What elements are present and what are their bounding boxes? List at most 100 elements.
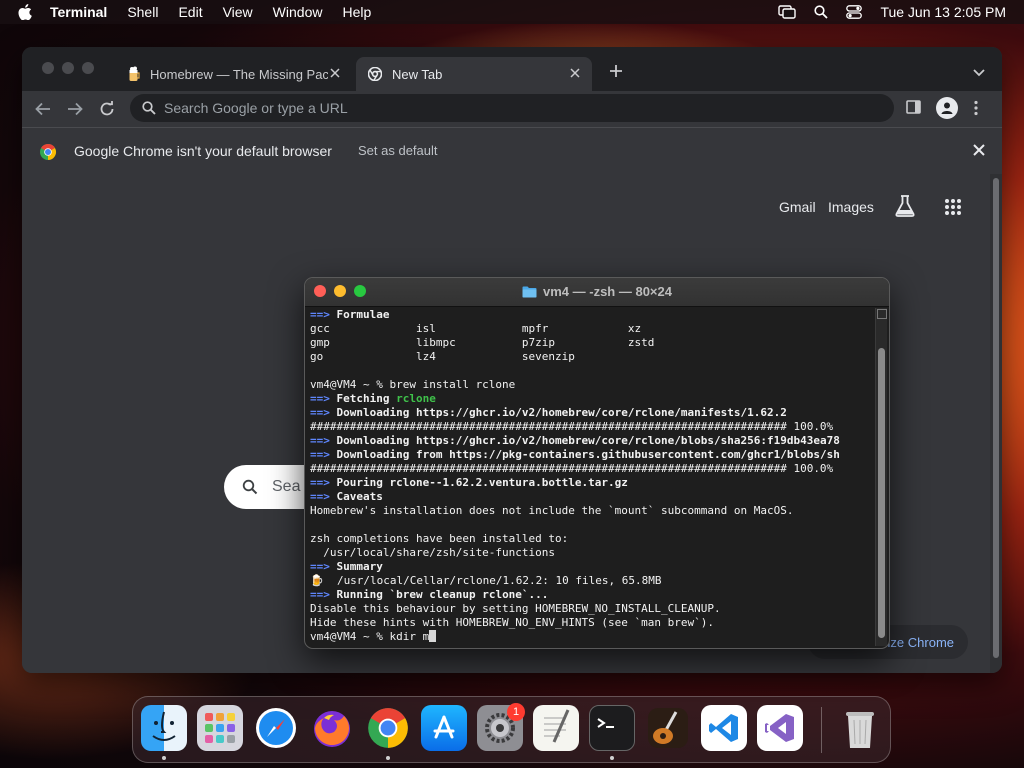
terminal-line: ==> Fetching rclone [310, 392, 872, 406]
terminal-line: gcc isl mpfr xz [310, 322, 872, 336]
google-apps-grid-icon[interactable] [944, 198, 962, 216]
tab-homebrew[interactable]: Homebrew — The Missing Pack [118, 57, 352, 91]
customize-chrome-label: ize Chrome [887, 634, 954, 650]
screen-mirroring-icon[interactable] [778, 5, 797, 19]
terminal-line: ########################################… [310, 462, 872, 476]
page-scrollbar[interactable] [990, 174, 1002, 673]
terminal-line: vm4@VM4 ~ % brew install rclone [310, 378, 872, 392]
terminal-cursor [429, 630, 437, 642]
launchpad-icon[interactable] [197, 705, 243, 751]
terminal-text: 🍺 /usr/local/Cellar/rclone/1.62.2: 10 fi… [310, 574, 662, 587]
labs-flask-icon[interactable] [894, 194, 916, 218]
terminal-scroll-up-arrow[interactable] [877, 309, 887, 319]
menu-window[interactable]: Window [273, 4, 323, 20]
images-link[interactable]: Images [828, 199, 874, 215]
forward-arrow-icon[interactable] [66, 100, 84, 118]
visual-studio-icon[interactable] [757, 705, 803, 751]
terminal-text: Downloading https://ghcr.io/v2/homebrew/… [336, 434, 840, 447]
terminal-line: ==> Downloading https://ghcr.io/v2/homeb… [310, 434, 872, 448]
terminal-text: ==> [310, 476, 337, 489]
apple-menu-icon[interactable] [18, 4, 34, 20]
settings-notification-badge: 1 [507, 703, 525, 721]
firefox-icon[interactable] [309, 705, 355, 751]
terminal-line: zsh completions have been installed to: [310, 532, 872, 546]
terminal-text: Pouring rclone--1.62.2.ventura.bottle.ta… [336, 476, 628, 489]
terminal-text: go lz4 sevenzip [310, 350, 575, 363]
terminal-line: ==> Caveats [310, 490, 872, 504]
tab-new-tab[interactable]: New Tab [356, 57, 592, 91]
terminal-output[interactable]: ==> Formulae gcc isl mpfr xz gmp libmpc p7… [310, 308, 872, 648]
reload-icon[interactable] [98, 100, 116, 118]
terminal-text: ==> [310, 588, 337, 601]
chrome-running-indicator [386, 756, 390, 760]
gmail-link[interactable]: Gmail [779, 199, 816, 215]
default-browser-infobar: Google Chrome isn't your default browser… [22, 127, 1002, 175]
tab-close-icon[interactable] [328, 66, 342, 80]
textedit-icon[interactable] [533, 705, 579, 751]
dock-separator [821, 707, 822, 753]
terminal-text: ==> [310, 406, 337, 419]
menu-app-name[interactable]: Terminal [50, 4, 107, 20]
tab-search-chevron-down-icon[interactable] [972, 65, 986, 77]
folder-icon [522, 286, 537, 298]
profile-avatar-icon[interactable] [936, 97, 958, 119]
tab-close-icon[interactable] [568, 66, 582, 80]
terminal-line: vm4@VM4 ~ % kdir m [310, 630, 872, 644]
app-store-icon[interactable] [421, 705, 467, 751]
menu-help[interactable]: Help [342, 4, 371, 20]
terminal-text: Caveats [336, 490, 383, 503]
window-minimize-button[interactable] [62, 62, 74, 74]
terminal-title: vm4 — -zsh — 80×24 [305, 284, 889, 299]
terminal-text: /usr/local/share/zsh/site-functions [310, 546, 556, 559]
new-tab-plus-icon[interactable] [608, 63, 624, 79]
terminal-text: zsh completions have been installed to: [310, 532, 569, 545]
terminal-text: Formulae [336, 308, 390, 321]
menu-edit[interactable]: Edit [178, 4, 202, 20]
menu-clock[interactable]: Tue Jun 13 2:05 PM [880, 4, 1006, 20]
vscode-icon[interactable] [701, 705, 747, 751]
kebab-menu-icon[interactable] [974, 100, 978, 116]
menu-shell[interactable]: Shell [127, 4, 158, 20]
terminal-line: ########################################… [310, 420, 872, 434]
terminal-title-text: vm4 — -zsh — 80×24 [543, 284, 672, 299]
toolbar: Search Google or type a URL [22, 91, 1002, 127]
terminal-scrollbar[interactable] [875, 308, 887, 646]
page-scrollbar-thumb[interactable] [993, 178, 999, 658]
safari-icon[interactable] [253, 705, 299, 751]
chrome-logo-icon [39, 143, 57, 161]
window-zoom-button[interactable] [82, 62, 94, 74]
set-as-default-button[interactable]: Set as default [358, 143, 438, 158]
infobar-close-icon[interactable] [972, 143, 986, 157]
search-box-placeholder: Sea [272, 478, 301, 495]
trash-icon[interactable] [837, 705, 883, 751]
terminal-line: gmp libmpc p7zip zstd [310, 336, 872, 350]
omnibox[interactable]: Search Google or type a URL [130, 94, 894, 122]
terminal-text: ==> [310, 490, 337, 503]
terminal-line: ==> Running `brew cleanup rclone`... [310, 588, 872, 602]
terminal-scrollbar-thumb[interactable] [878, 348, 885, 638]
spotlight-search-icon[interactable] [814, 5, 829, 19]
terminal-text: Fetching [336, 392, 397, 405]
menu-view[interactable]: View [223, 4, 253, 20]
terminal-text: gmp libmpc p7zip zstd [310, 336, 655, 349]
terminal-text: Downloading https://ghcr.io/v2/homebrew/… [336, 406, 787, 419]
terminal-text: Hide these hints with HOMEBREW_NO_ENV_HI… [310, 616, 714, 629]
side-panel-icon[interactable] [906, 100, 922, 114]
terminal-line: Homebrew's installation does not include… [310, 504, 872, 518]
terminal-line: /usr/local/share/zsh/site-functions [310, 546, 872, 560]
finder-icon[interactable] [141, 705, 187, 751]
menu-bar: Terminal Shell Edit View Window Help Tue… [0, 0, 1024, 24]
terminal-text: ==> [310, 448, 337, 461]
terminal-text: Downloading from https://pkg-containers.… [336, 448, 840, 461]
chrome-dock-icon[interactable] [365, 705, 411, 751]
terminal-text: gcc isl mpfr xz [310, 322, 642, 335]
terminal-titlebar[interactable]: vm4 — -zsh — 80×24 [305, 278, 889, 307]
terminal-dock-icon[interactable] [589, 705, 635, 751]
control-center-icon[interactable] [846, 5, 863, 19]
back-arrow-icon[interactable] [34, 100, 52, 118]
window-close-button[interactable] [42, 62, 54, 74]
garageband-icon[interactable] [645, 705, 691, 751]
terminal-text: rclone [396, 392, 436, 405]
terminal-text: vm4@VM4 ~ % brew install rclone [310, 378, 516, 391]
